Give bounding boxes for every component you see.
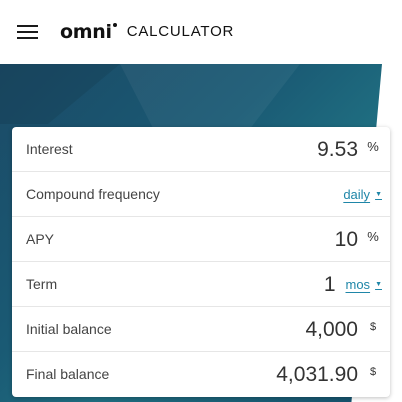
apy-row: APY 10 % (12, 217, 390, 262)
final-balance-label: Final balance (26, 366, 110, 382)
omni-logo[interactable]: omni CALCULATOR (60, 22, 234, 42)
top-bar: omni CALCULATOR (0, 0, 402, 64)
final-balance-input[interactable]: 4,031.90 (276, 352, 358, 397)
apy-label: APY (26, 231, 55, 247)
interest-input[interactable]: 9.53 (317, 127, 358, 172)
final-balance-row: Final balance 4,031.90 $ (12, 352, 390, 397)
term-input[interactable]: 1 (324, 262, 336, 307)
term-unit-select-value: mos (345, 277, 371, 292)
compound-frequency-label: Compound frequency (26, 186, 160, 202)
term-row: Term 1 mos ▼ (12, 262, 390, 307)
initial-balance-label: Initial balance (26, 321, 112, 337)
compound-frequency-value-group: daily ▼ (343, 172, 390, 217)
logo-mark: omni (60, 21, 112, 43)
compound-frequency-row: Compound frequency daily ▼ (12, 172, 390, 217)
caret-down-icon: ▼ (375, 191, 382, 198)
term-unit-select[interactable]: mos ▼ (346, 277, 383, 292)
compound-frequency-select[interactable]: daily ▼ (343, 187, 382, 202)
calculator-card: Interest 9.53 % Compound frequency daily… (12, 127, 390, 397)
initial-balance-input[interactable]: 4,000 (305, 307, 358, 352)
term-value-group: 1 mos ▼ (324, 262, 390, 307)
initial-balance-unit: $ (369, 320, 377, 333)
logo-text: CALCULATOR (126, 23, 235, 40)
initial-balance-row: Initial balance 4,000 $ (12, 307, 390, 352)
final-balance-unit: $ (369, 365, 377, 378)
logo-dot (112, 23, 117, 27)
initial-balance-value-group: 4,000 $ (305, 307, 390, 352)
compound-frequency-select-value: daily (343, 187, 371, 202)
page: omni CALCULATOR Interest 9.53 % Compound… (0, 0, 402, 402)
apy-unit: % (367, 229, 379, 244)
interest-label: Interest (26, 141, 73, 157)
term-label: Term (26, 276, 58, 292)
hamburger-menu-icon[interactable] (17, 25, 38, 39)
interest-value-group: 9.53 % (317, 127, 390, 172)
caret-down-icon: ▼ (375, 281, 382, 288)
apy-input[interactable]: 10 (335, 217, 358, 262)
interest-unit: % (367, 139, 379, 154)
apy-value-group: 10 % (335, 217, 390, 262)
final-balance-value-group: 4,031.90 $ (276, 352, 390, 397)
interest-row: Interest 9.53 % (12, 127, 390, 172)
